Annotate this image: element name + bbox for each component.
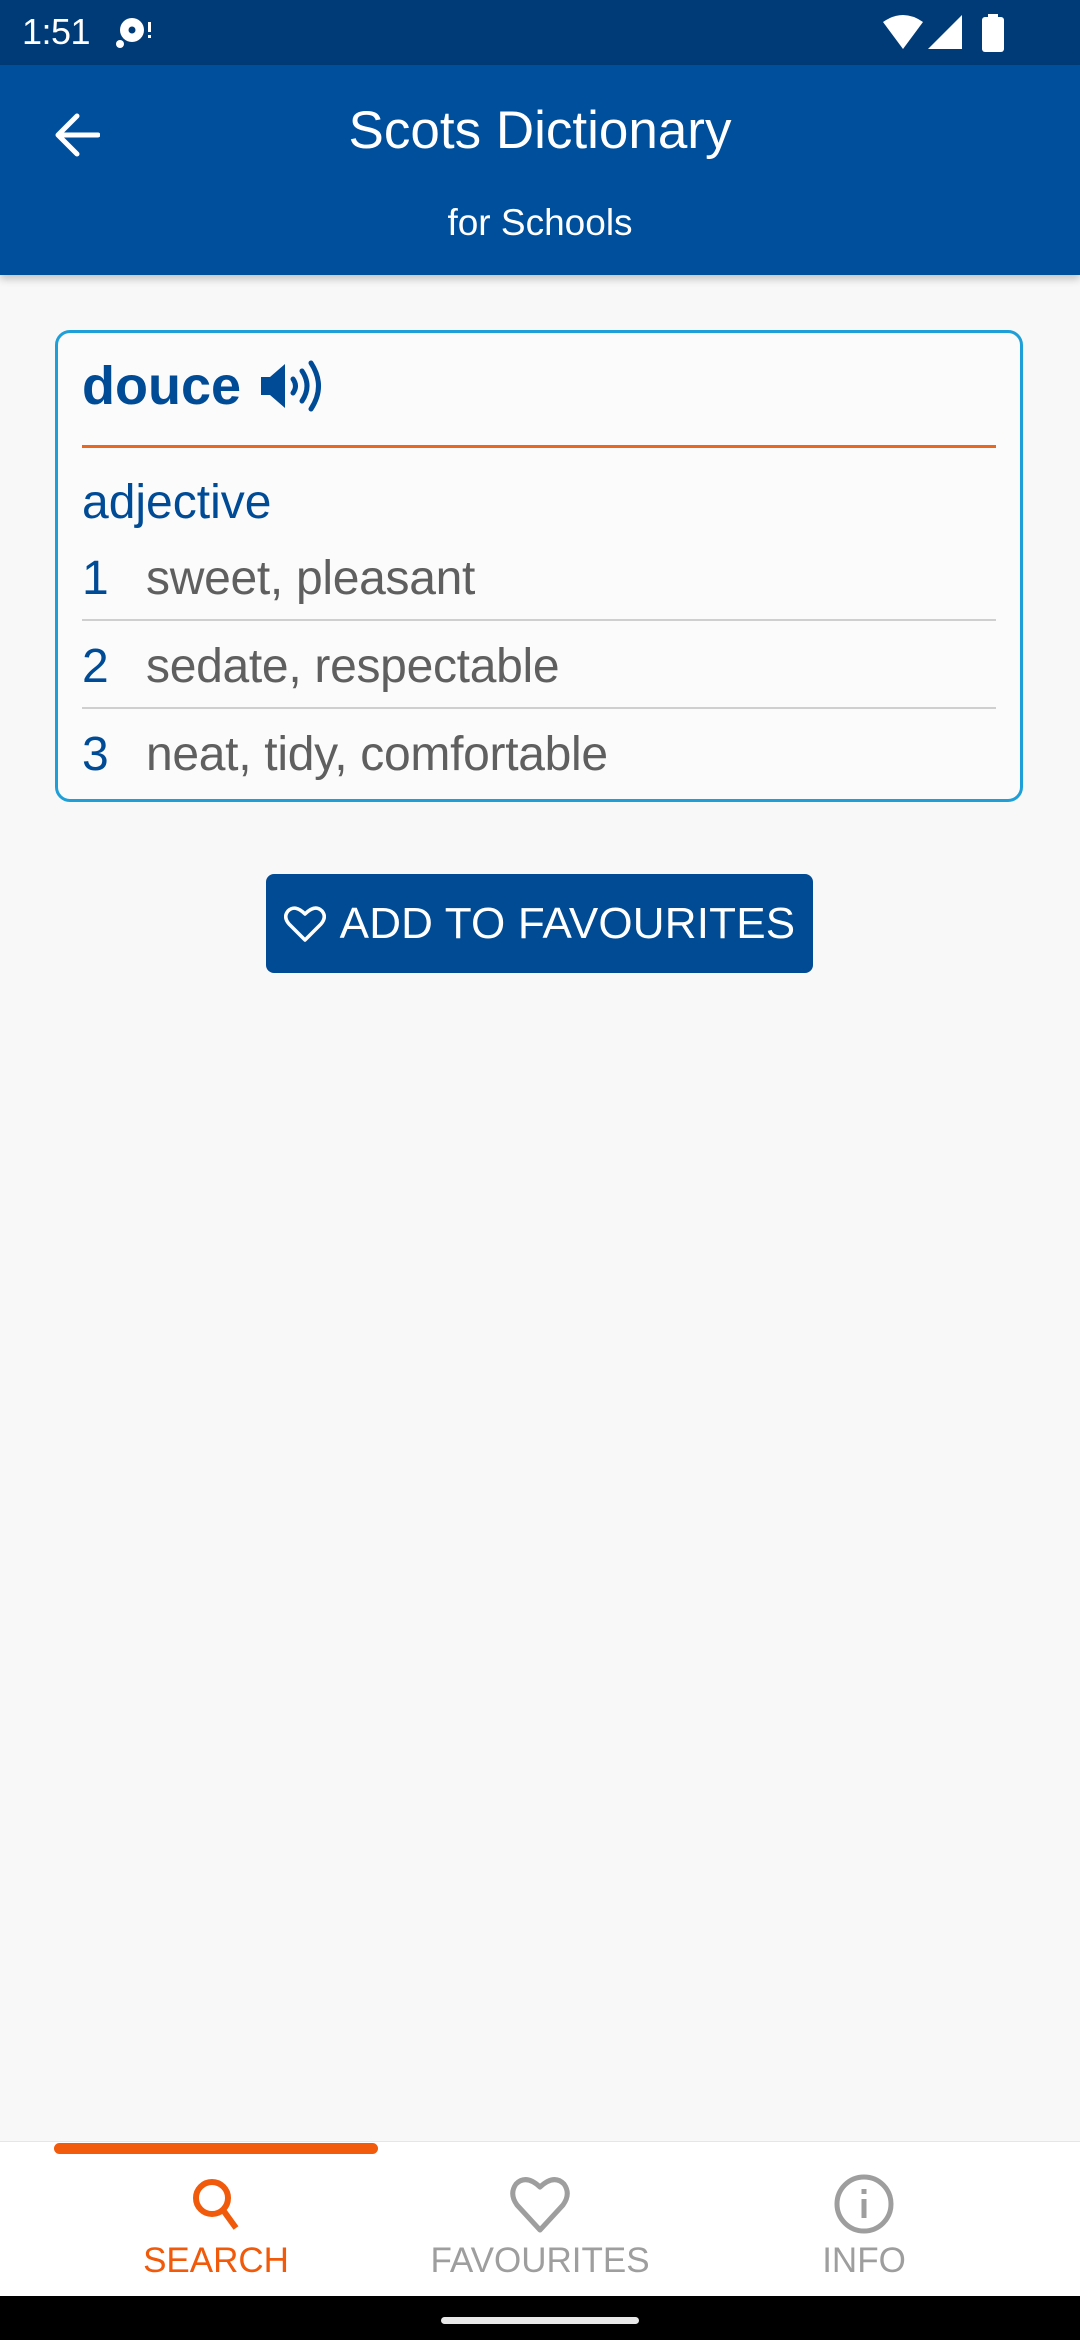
speaker-icon bbox=[261, 360, 322, 412]
add-to-favourites-label: ADD TO FAVOURITES bbox=[339, 898, 796, 948]
wifi-icon bbox=[883, 15, 923, 49]
search-icon bbox=[193, 2179, 239, 2230]
sense-definition: sedate, respectable bbox=[146, 640, 560, 693]
headword: douce bbox=[82, 356, 242, 416]
app-bar: Scots Dictionary for Schools bbox=[0, 65, 1080, 275]
status-bar: 1:51 bbox=[0, 0, 1080, 65]
part-of-speech: adjective bbox=[82, 476, 272, 529]
sense-number: 3 bbox=[82, 728, 109, 781]
sense-number: 1 bbox=[82, 552, 109, 605]
sense-definition: sweet, pleasant bbox=[146, 552, 476, 605]
app-title: Scots Dictionary bbox=[348, 101, 732, 160]
heart-outline-icon bbox=[283, 905, 326, 942]
tab-search[interactable]: SEARCH bbox=[54, 2142, 378, 2297]
app-subtitle: for Schools bbox=[447, 202, 633, 243]
heart-outline-icon bbox=[510, 2177, 570, 2233]
tab-favourites[interactable]: FAVOURITES bbox=[378, 2142, 702, 2297]
cell-signal-icon bbox=[928, 15, 962, 49]
sense-list: 1 sweet, pleasant 2 sedate, respectable … bbox=[82, 533, 996, 797]
entry-card: douce adjective 1 sweet, pleasant 2 seda… bbox=[55, 330, 1023, 802]
sense-number: 2 bbox=[82, 640, 109, 693]
tab-info-label: INFO bbox=[822, 2241, 906, 2280]
tab-search-label: SEARCH bbox=[143, 2241, 289, 2280]
system-nav-bar bbox=[0, 2296, 1080, 2340]
play-pronunciation-button[interactable] bbox=[261, 360, 323, 412]
sense-item: 2 sedate, respectable bbox=[82, 621, 996, 709]
tab-info[interactable]: INFO bbox=[702, 2142, 1026, 2297]
status-time: 1:51 bbox=[22, 11, 91, 52]
tab-favourites-label: FAVOURITES bbox=[430, 2241, 650, 2280]
sense-definition: neat, tidy, comfortable bbox=[146, 728, 608, 781]
headword-divider bbox=[82, 445, 996, 448]
bottom-nav: SEARCH FAVOURITES INFO bbox=[0, 2141, 1080, 2296]
info-icon bbox=[834, 2174, 894, 2234]
battery-icon bbox=[982, 14, 1004, 52]
notification-icon bbox=[116, 18, 151, 48]
sense-item: 3 neat, tidy, comfortable bbox=[82, 709, 996, 797]
add-to-favourites-button[interactable]: ADD TO FAVOURITES bbox=[266, 874, 813, 973]
home-gesture-handle[interactable] bbox=[441, 2317, 639, 2324]
headword-row: douce bbox=[82, 351, 323, 421]
sense-item: 1 sweet, pleasant bbox=[82, 533, 996, 621]
